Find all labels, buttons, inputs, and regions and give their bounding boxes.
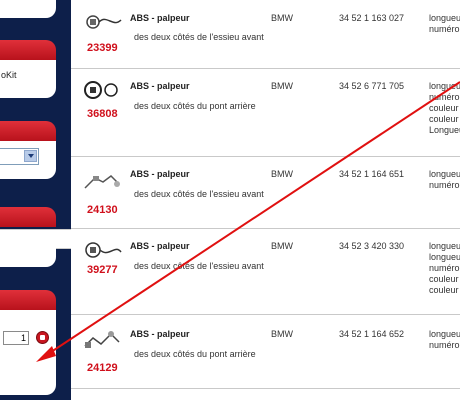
- quantity-input[interactable]: 1: [3, 331, 29, 345]
- product-code[interactable]: 24130: [87, 204, 118, 216]
- sidebar-panel-header: [0, 207, 56, 227]
- table-row[interactable]: 23399 ABS - palpeur des deux côtés de l'…: [71, 0, 460, 69]
- product-notes: longueur numéro: [429, 13, 460, 35]
- note-line: longueur: [429, 13, 460, 23]
- product-notes: longueur numéro couleur couleur Longueur: [429, 81, 460, 136]
- product-description: des deux côtés de l'essieu avant: [134, 32, 264, 42]
- note-line: longueur: [429, 169, 460, 179]
- sensor-cable-thumbnail: [84, 175, 120, 189]
- table-row[interactable]: 24129 ABS - palpeur des deux côtés du po…: [71, 314, 460, 389]
- note-line: numéro: [429, 24, 460, 34]
- note-line: couleur: [429, 103, 459, 113]
- product-brand: BMW: [271, 241, 293, 251]
- table-row: [71, 388, 460, 400]
- product-title[interactable]: ABS - palpeur: [130, 169, 190, 179]
- product-brand: BMW: [271, 329, 293, 339]
- sidebar-panel-kit: oKit: [0, 60, 56, 98]
- product-title[interactable]: ABS - palpeur: [130, 13, 190, 23]
- note-line: couleur: [429, 114, 459, 124]
- sensor-cable-thumbnail: [84, 331, 120, 348]
- sidebar-panel-header: [0, 121, 56, 141]
- sidebar-panel-top: [0, 0, 56, 18]
- note-line: numéro: [429, 180, 460, 190]
- trash-icon[interactable]: [36, 331, 49, 344]
- sidebar-panel-bottom: [0, 248, 56, 267]
- product-title[interactable]: ABS - palpeur: [130, 329, 190, 339]
- note-line: couleur: [429, 274, 459, 284]
- kit-label[interactable]: oKit: [1, 70, 17, 80]
- product-reference: 34 52 3 420 330: [339, 241, 405, 251]
- table-row[interactable]: 24130 ABS - palpeur des deux côtés de l'…: [71, 156, 460, 229]
- note-line: numéro: [429, 263, 460, 273]
- product-notes: longueur numéro: [429, 329, 460, 351]
- sidebar-cart-panel: [0, 310, 56, 395]
- product-notes: longueur longueur numéro couleur couleur: [429, 241, 460, 296]
- product-list: 23399 ABS - palpeur des deux côtés de l'…: [71, 0, 460, 400]
- sidebar: oKit 1: [0, 0, 71, 400]
- note-line: longueur: [429, 241, 460, 251]
- sidebar-panel-header: [0, 290, 56, 310]
- vehicle-select[interactable]: [0, 148, 39, 165]
- product-code[interactable]: 24129: [87, 362, 118, 374]
- note-line: numéro: [429, 92, 460, 102]
- sidebar-panel-header: [0, 40, 56, 60]
- note-line: longueur: [429, 252, 460, 262]
- product-description: des deux côtés de l'essieu avant: [134, 189, 264, 199]
- note-line: Longueur: [429, 125, 460, 135]
- product-code[interactable]: 23399: [87, 42, 118, 54]
- dropdown-arrow-icon[interactable]: [24, 150, 37, 162]
- product-description: des deux côtés du pont arrière: [134, 101, 256, 111]
- product-code[interactable]: 39277: [87, 264, 118, 276]
- product-title[interactable]: ABS - palpeur: [130, 81, 190, 91]
- note-line: numéro: [429, 340, 460, 350]
- product-description: des deux côtés du pont arrière: [134, 349, 256, 359]
- product-reference: 34 52 1 163 027: [339, 13, 405, 23]
- note-line: couleur: [429, 285, 459, 295]
- product-title[interactable]: ABS - palpeur: [130, 241, 190, 251]
- table-row[interactable]: 39277 ABS - palpeur des deux côtés de l'…: [71, 228, 460, 315]
- product-brand: BMW: [271, 13, 293, 23]
- product-reference: 34 52 1 164 652: [339, 329, 405, 339]
- product-code[interactable]: 36808: [87, 108, 118, 120]
- product-notes: longueur numéro: [429, 169, 460, 191]
- sensor-cable-thumbnail: [85, 242, 122, 258]
- product-reference: 34 52 6 771 705: [339, 81, 405, 91]
- sensor-cable-thumbnail: [86, 15, 122, 29]
- product-reference: 34 52 1 164 651: [339, 169, 405, 179]
- sensor-cable-thumbnail: [84, 81, 118, 99]
- product-brand: BMW: [271, 169, 293, 179]
- sidebar-input-strip[interactable]: [0, 229, 71, 249]
- note-line: longueur: [429, 81, 460, 91]
- product-brand: BMW: [271, 81, 293, 91]
- note-line: longueur: [429, 329, 460, 339]
- product-description: des deux côtés de l'essieu avant: [134, 261, 264, 271]
- table-row[interactable]: 36808 ABS - palpeur des deux côtés du po…: [71, 68, 460, 157]
